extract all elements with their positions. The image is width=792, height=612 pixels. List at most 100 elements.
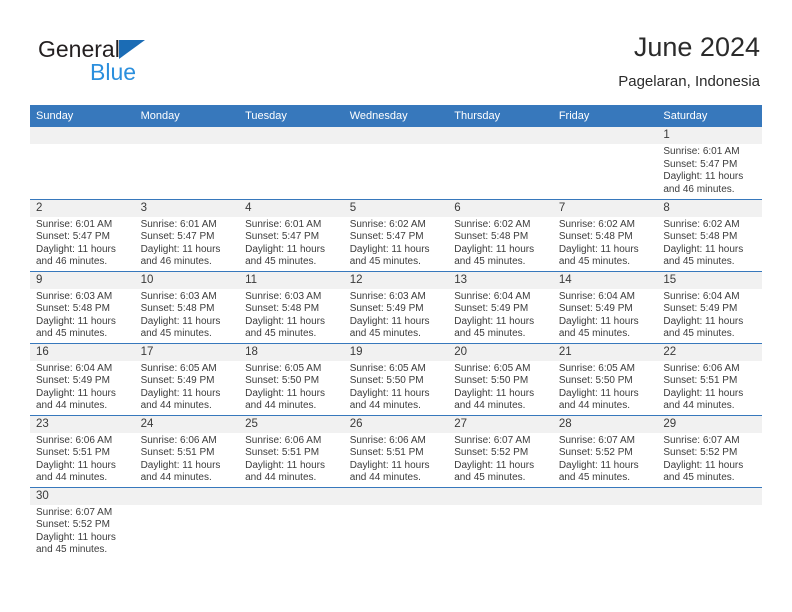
day-cell-inner: 26 Sunrise: 6:06 AM Sunset: 5:51 PM Dayligh…: [343, 415, 449, 487]
day-cell-inner: [552, 127, 658, 199]
day-sun-info: Sunrise: 6:03 AM Sunset: 5:48 PM Daylight:…: [239, 289, 344, 341]
title-block: June 2024 Pagelaran, Indonesia: [618, 30, 760, 93]
day-info-line: Sunrise: 6:03 AM: [140, 290, 217, 302]
calendar-day-cell[interactable]: 11 Sunrise: 6:03 AM Sunset: 5:48 PM Dayligh…: [239, 271, 344, 344]
day-info-line: Daylight: 11 hours: [36, 387, 116, 399]
calendar-week-row: 16 Sunrise: 6:04 AM Sunset: 5:49 PM Dayligh…: [30, 343, 762, 416]
day-sun-info: Sunrise: 6:01 AM Sunset: 5:47 PM Daylight:…: [30, 217, 135, 269]
day-info-line: Sunset: 5:51 PM: [36, 447, 110, 459]
day-number: [343, 487, 449, 505]
day-sun-info: Sunrise: 6:02 AM Sunset: 5:47 PM Daylight:…: [344, 217, 449, 269]
calendar-day-cell[interactable]: 28 Sunrise: 6:07 AM Sunset: 5:52 PM Dayligh…: [552, 415, 658, 488]
day-number: 29: [657, 415, 762, 433]
day-number: 9: [30, 271, 135, 289]
day-cell-inner: 12 Sunrise: 6:03 AM Sunset: 5:49 PM Dayligh…: [343, 271, 449, 343]
day-info-line: and 44 minutes.: [663, 400, 735, 412]
calendar-day-cell[interactable]: 4 Sunrise: 6:01 AM Sunset: 5:47 PM Daylight…: [239, 199, 344, 272]
calendar-day-cell[interactable]: 16 Sunrise: 6:04 AM Sunset: 5:49 PM Dayligh…: [30, 343, 135, 416]
day-info-line: Sunset: 5:49 PM: [36, 375, 110, 387]
calendar-day-cell[interactable]: 25 Sunrise: 6:06 AM Sunset: 5:51 PM Dayligh…: [239, 415, 344, 488]
day-info-line: Sunset: 5:48 PM: [663, 231, 738, 243]
calendar-day-cell[interactable]: 9 Sunrise: 6:03 AM Sunset: 5:48 PM Daylight…: [30, 271, 135, 344]
day-cell-inner: 21 Sunrise: 6:05 AM Sunset: 5:50 PM Dayligh…: [552, 343, 658, 415]
calendar-week-row: 30 Sunrise: 6:07 AM Sunset: 5:52 PM Dayligh…: [30, 487, 762, 559]
calendar-day-cell[interactable]: 8 Sunrise: 6:02 AM Sunset: 5:48 PM Daylight…: [657, 199, 762, 272]
weekday-header-sunday: Sunday: [30, 105, 135, 127]
day-sun-info: Sunrise: 6:02 AM Sunset: 5:48 PM Daylight:…: [448, 217, 553, 269]
calendar-day-cell[interactable]: 30 Sunrise: 6:07 AM Sunset: 5:52 PM Dayligh…: [30, 487, 135, 559]
calendar-day-cell[interactable]: 3 Sunrise: 6:01 AM Sunset: 5:47 PM Daylight…: [134, 199, 240, 272]
calendar-day-cell[interactable]: 13 Sunrise: 6:04 AM Sunset: 5:49 PM Dayligh…: [448, 271, 553, 344]
page-title: June 2024: [633, 32, 760, 62]
day-info-line: Sunset: 5:50 PM: [349, 375, 424, 387]
day-cell-inner: 22 Sunrise: 6:06 AM Sunset: 5:51 PM Dayligh…: [657, 343, 762, 415]
calendar-day-cell[interactable]: 20 Sunrise: 6:05 AM Sunset: 5:50 PM Dayligh…: [448, 343, 553, 416]
calendar-day-cell[interactable]: 1 Sunrise: 6:01 AM Sunset: 5:47 PM Daylight…: [657, 127, 762, 200]
day-info-line: Sunrise: 6:03 AM: [36, 290, 113, 302]
day-cell-inner: 24 Sunrise: 6:06 AM Sunset: 5:51 PM Dayligh…: [134, 415, 240, 487]
calendar-day-cell[interactable]: 17 Sunrise: 6:05 AM Sunset: 5:49 PM Dayligh…: [134, 343, 240, 416]
day-cell-inner: [134, 127, 240, 199]
day-sun-info: Sunrise: 6:03 AM Sunset: 5:49 PM Daylight:…: [344, 289, 449, 341]
day-sun-info: Sunrise: 6:07 AM Sunset: 5:52 PM Daylight:…: [448, 433, 553, 485]
day-info-line: Sunset: 5:49 PM: [663, 303, 738, 315]
day-info-line: Sunrise: 6:05 AM: [454, 362, 531, 374]
day-info-line: and 45 minutes.: [454, 256, 526, 268]
calendar-day-cell[interactable]: 15 Sunrise: 6:04 AM Sunset: 5:49 PM Dayligh…: [657, 271, 762, 344]
calendar-day-cell[interactable]: 14 Sunrise: 6:04 AM Sunset: 5:49 PM Dayligh…: [552, 271, 658, 344]
day-info-line: Sunset: 5:48 PM: [558, 231, 633, 243]
day-info-line: Sunrise: 6:07 AM: [454, 434, 531, 446]
calendar-day-cell[interactable]: 23 Sunrise: 6:06 AM Sunset: 5:51 PM Dayligh…: [30, 415, 135, 488]
day-sun-info: Sunrise: 6:04 AM Sunset: 5:49 PM Daylight:…: [448, 289, 553, 341]
calendar-week-row: 23 Sunrise: 6:06 AM Sunset: 5:51 PM Dayligh…: [30, 415, 762, 488]
day-info-line: and 45 minutes.: [663, 472, 735, 484]
page-subtitle: Pagelaran, Indonesia: [618, 73, 760, 90]
calendar-day-cell[interactable]: 29 Sunrise: 6:07 AM Sunset: 5:52 PM Dayligh…: [657, 415, 762, 488]
calendar-day-cell[interactable]: 24 Sunrise: 6:06 AM Sunset: 5:51 PM Dayligh…: [134, 415, 240, 488]
day-info-line: and 44 minutes.: [245, 400, 317, 412]
day-info-line: and 45 minutes.: [36, 544, 108, 556]
calendar-day-cell[interactable]: 6 Sunrise: 6:02 AM Sunset: 5:48 PM Daylight…: [448, 199, 553, 272]
calendar-day-cell[interactable]: 26 Sunrise: 6:06 AM Sunset: 5:51 PM Dayligh…: [343, 415, 449, 488]
day-info-line: and 45 minutes.: [454, 328, 526, 340]
day-number: [657, 487, 762, 505]
day-sun-info: Sunrise: 6:04 AM Sunset: 5:49 PM Daylight:…: [553, 289, 658, 341]
day-cell-inner: 23 Sunrise: 6:06 AM Sunset: 5:51 PM Dayligh…: [30, 415, 135, 487]
day-info-line: Sunrise: 6:04 AM: [663, 290, 740, 302]
day-info-line: and 45 minutes.: [349, 256, 421, 268]
calendar-day-cell[interactable]: 21 Sunrise: 6:05 AM Sunset: 5:50 PM Dayligh…: [552, 343, 658, 416]
day-info-line: Daylight: 11 hours: [245, 387, 325, 399]
day-sun-info: Sunrise: 6:07 AM Sunset: 5:52 PM Daylight:…: [30, 505, 135, 557]
day-info-line: Daylight: 11 hours: [36, 531, 116, 543]
day-info-line: Sunrise: 6:06 AM: [140, 434, 217, 446]
day-info-line: Sunrise: 6:07 AM: [558, 434, 635, 446]
calendar-body: 1 Sunrise: 6:01 AM Sunset: 5:47 PM Daylight…: [30, 127, 762, 559]
day-info-line: Sunset: 5:50 PM: [245, 375, 320, 387]
day-sun-info: Sunrise: 6:02 AM Sunset: 5:48 PM Daylight:…: [553, 217, 658, 269]
calendar-day-cell[interactable]: 12 Sunrise: 6:03 AM Sunset: 5:49 PM Dayligh…: [343, 271, 449, 344]
day-number: [448, 127, 553, 144]
day-number: 5: [343, 199, 449, 217]
calendar-day-cell[interactable]: 22 Sunrise: 6:06 AM Sunset: 5:51 PM Dayligh…: [657, 343, 762, 416]
day-number: [134, 487, 240, 505]
calendar-day-cell[interactable]: 7 Sunrise: 6:02 AM Sunset: 5:48 PM Daylight…: [552, 199, 658, 272]
calendar-day-cell[interactable]: 5 Sunrise: 6:02 AM Sunset: 5:47 PM Daylight…: [343, 199, 449, 272]
calendar-day-cell[interactable]: 18 Sunrise: 6:05 AM Sunset: 5:50 PM Dayligh…: [239, 343, 344, 416]
day-cell-inner: 25 Sunrise: 6:06 AM Sunset: 5:51 PM Dayligh…: [239, 415, 344, 487]
day-info-line: Sunrise: 6:07 AM: [36, 506, 113, 518]
calendar-day-cell[interactable]: 2 Sunrise: 6:01 AM Sunset: 5:47 PM Daylight…: [30, 199, 135, 272]
weekday-header-saturday: Saturday: [657, 105, 762, 127]
calendar-day-cell[interactable]: 10 Sunrise: 6:03 AM Sunset: 5:48 PM Dayligh…: [134, 271, 240, 344]
day-info-line: Sunrise: 6:02 AM: [663, 218, 740, 230]
day-info-line: Sunrise: 6:06 AM: [349, 434, 426, 446]
day-info-line: Sunrise: 6:06 AM: [245, 434, 322, 446]
day-cell-inner: 2 Sunrise: 6:01 AM Sunset: 5:47 PM Daylight…: [30, 199, 135, 271]
day-info-line: and 45 minutes.: [349, 328, 421, 340]
day-number: [343, 127, 449, 144]
calendar-day-cell[interactable]: 19 Sunrise: 6:05 AM Sunset: 5:50 PM Dayligh…: [343, 343, 449, 416]
day-info-line: Sunset: 5:51 PM: [663, 375, 738, 387]
page-header: General Blue June 2024 Pagelaran, Indone…: [30, 30, 762, 100]
calendar-day-cell[interactable]: 27 Sunrise: 6:07 AM Sunset: 5:52 PM Dayligh…: [448, 415, 553, 488]
day-number: [552, 127, 658, 144]
day-sun-info: Sunrise: 6:02 AM Sunset: 5:48 PM Daylight:…: [657, 217, 762, 269]
